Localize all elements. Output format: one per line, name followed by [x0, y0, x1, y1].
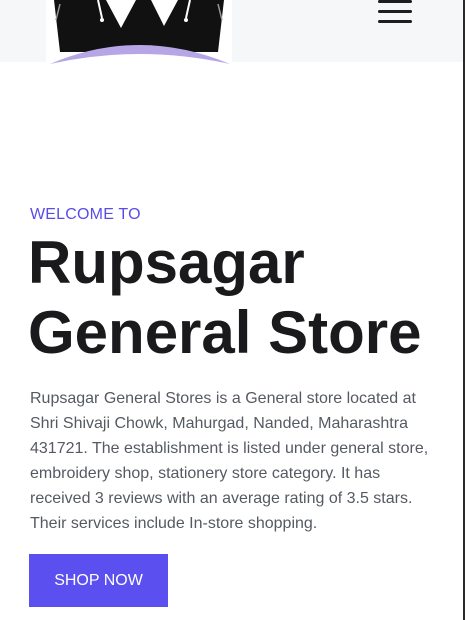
hamburger-menu-icon: [378, 0, 412, 3]
hamburger-menu-button[interactable]: [374, 0, 416, 30]
welcome-eyebrow: WELCOME TO: [30, 206, 141, 223]
shop-now-button[interactable]: SHOP NOW: [29, 554, 168, 607]
shopping-bags-logo-icon: [50, 0, 230, 64]
store-description: Rupsagar General Stores is a General sto…: [30, 390, 429, 532]
site-header: [0, 0, 465, 66]
page-title: Rupsagar General Store: [28, 229, 422, 366]
hamburger-line: [378, 10, 412, 13]
hamburger-line: [378, 20, 412, 23]
store-logo[interactable]: [46, 0, 232, 66]
